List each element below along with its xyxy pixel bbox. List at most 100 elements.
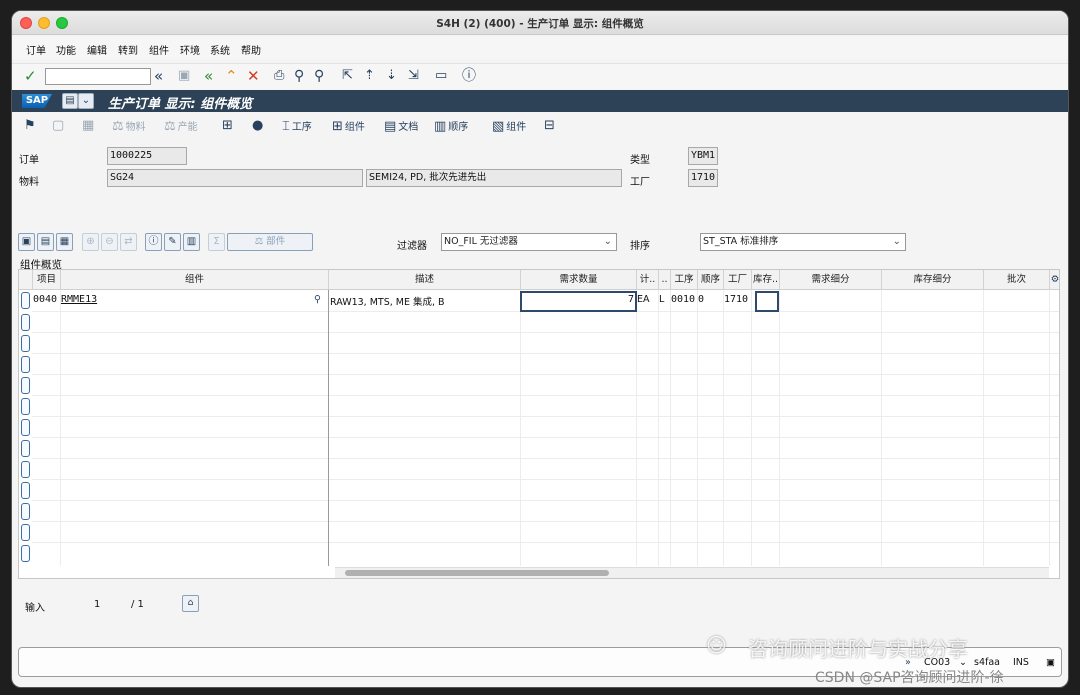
- row-selector[interactable]: [21, 377, 30, 394]
- back-icon[interactable]: «: [204, 67, 213, 85]
- menu-goto[interactable]: 转到: [118, 42, 138, 57]
- col-description[interactable]: 描述: [328, 270, 520, 290]
- previous-page-icon[interactable]: ⇡: [364, 67, 375, 85]
- row-selector[interactable]: [21, 292, 30, 309]
- help-icon[interactable]: ⓘ: [462, 67, 476, 85]
- col-stock-segment[interactable]: 库存细分: [881, 270, 983, 290]
- last-page-icon[interactable]: ⇲: [408, 67, 419, 85]
- row-selector[interactable]: [21, 335, 30, 352]
- cancel-icon[interactable]: ✕: [247, 67, 260, 85]
- document-button[interactable]: ▤ 文档: [384, 118, 418, 134]
- column-settings-icon[interactable]: ⚙: [1049, 270, 1060, 290]
- capacity-button[interactable]: ⚖ 产能: [164, 118, 198, 134]
- new-session-icon[interactable]: ▭: [435, 67, 447, 85]
- sort-dropdown[interactable]: ST_STA 标准排序 ⌄: [700, 233, 906, 251]
- row-selector[interactable]: [21, 440, 30, 457]
- material-field[interactable]: SG24: [107, 169, 363, 187]
- enter-check-icon[interactable]: ✓: [24, 67, 37, 85]
- exit-icon[interactable]: ⌃: [225, 67, 238, 85]
- calculator-icon[interactable]: ▦: [82, 118, 96, 133]
- next-page-icon[interactable]: ⇣: [386, 67, 397, 85]
- row-selector[interactable]: [21, 461, 30, 478]
- sum-icon[interactable]: Σ: [208, 233, 225, 251]
- type-field[interactable]: YBM1: [688, 147, 718, 165]
- window-title: S4H (2) (400) - 生产订单 显示: 组件概览: [436, 18, 644, 30]
- menu-bar: 订单 功能 编辑 转到 组件 环境 系统 帮助: [12, 37, 1068, 59]
- col-operation[interactable]: 工序: [670, 270, 697, 290]
- row-selector[interactable]: [21, 419, 30, 436]
- cell-plant: 1710: [724, 294, 749, 305]
- hat-icon[interactable]: ●: [252, 118, 265, 133]
- plant-field[interactable]: 1710: [688, 169, 718, 187]
- find-icon[interactable]: ⚲: [294, 67, 304, 85]
- filter-dropdown[interactable]: NO_FIL 无过滤器 ⌄: [441, 233, 617, 251]
- cell-req-qty[interactable]: 7: [520, 294, 634, 305]
- entry-nav-icon[interactable]: ⌂: [182, 595, 199, 612]
- row-selector[interactable]: [21, 524, 30, 541]
- row-selector[interactable]: [21, 482, 30, 499]
- menu-edit[interactable]: 编辑: [87, 42, 107, 57]
- first-page-icon[interactable]: ⇱: [342, 67, 353, 85]
- edit-icon[interactable]: ✎: [164, 233, 181, 251]
- col-plant[interactable]: 工厂: [723, 270, 751, 290]
- flag-icon[interactable]: ⚑: [24, 118, 38, 133]
- chevron-down-icon[interactable]: ⌄: [78, 93, 94, 109]
- command-field[interactable]: [45, 68, 151, 85]
- menu-environment[interactable]: 环境: [180, 42, 200, 57]
- row-selector[interactable]: [21, 356, 30, 373]
- sequence-button[interactable]: ▥ 顺序: [434, 118, 468, 134]
- cell-component[interactable]: RMME13: [61, 294, 97, 305]
- storage-cell-focus[interactable]: [755, 291, 779, 312]
- select-block-icon[interactable]: ▤: [37, 233, 54, 251]
- structure-icon[interactable]: ⊟: [544, 118, 557, 133]
- columns-icon[interactable]: ▥: [183, 233, 200, 251]
- material-description-field[interactable]: SEMI24, PD, 批次先进先出: [366, 169, 622, 187]
- deselect-icon[interactable]: ▦: [56, 233, 73, 251]
- col-unit[interactable]: 计..: [636, 270, 658, 290]
- move-icon[interactable]: ⇄: [120, 233, 137, 251]
- details-icon[interactable]: ⓘ: [145, 233, 162, 251]
- message-icon[interactable]: ▣: [1046, 657, 1055, 668]
- row-selector[interactable]: [21, 503, 30, 520]
- menu-function[interactable]: 功能: [56, 42, 76, 57]
- row-selector[interactable]: [21, 398, 30, 415]
- col-batch[interactable]: 批次: [983, 270, 1049, 290]
- col-sequence[interactable]: 顺序: [697, 270, 723, 290]
- component-group-button[interactable]: ⊞ 组件: [332, 118, 365, 134]
- print-icon[interactable]: ⎙: [274, 67, 284, 85]
- menu-help[interactable]: 帮助: [241, 42, 261, 57]
- col-req-segment[interactable]: 需求细分: [779, 270, 881, 290]
- cell-category: L: [659, 294, 665, 305]
- cell-operation: 0010: [671, 294, 696, 305]
- col-storage[interactable]: 库存..: [751, 270, 779, 290]
- calendar-icon[interactable]: ▢: [52, 118, 66, 133]
- material-button[interactable]: ⚖ 物料: [112, 118, 146, 134]
- layout-menu-icon[interactable]: ▤: [62, 93, 78, 109]
- watermark-title: 咨询顾问进阶与实战分享: [748, 637, 968, 661]
- horizontal-scrollbar[interactable]: [335, 567, 1049, 578]
- row-selector[interactable]: [21, 545, 30, 562]
- col-req-qty[interactable]: 需求数量: [520, 270, 636, 290]
- operation-button[interactable]: ⌶ 工序: [282, 118, 312, 134]
- command-history-icon[interactable]: «: [154, 67, 163, 85]
- delete-row-icon[interactable]: ⊖: [101, 233, 118, 251]
- save-icon[interactable]: ▣: [178, 67, 190, 85]
- value-help-icon[interactable]: ⚲: [314, 294, 321, 305]
- component-button[interactable]: ▧ 组件: [492, 118, 526, 134]
- col-item[interactable]: 项目: [32, 270, 60, 290]
- sort-label: 排序: [630, 241, 650, 252]
- row-selector[interactable]: [21, 314, 30, 331]
- menu-order[interactable]: 订单: [26, 42, 46, 57]
- hierarchy-icon[interactable]: ⊞: [222, 118, 235, 133]
- order-field[interactable]: 1000225: [107, 147, 187, 165]
- add-row-icon[interactable]: ⊕: [82, 233, 99, 251]
- find-next-icon[interactable]: ⚲: [314, 67, 324, 85]
- select-all-icon[interactable]: ▣: [18, 233, 35, 251]
- scroll-thumb[interactable]: [345, 570, 609, 576]
- cell-item[interactable]: 0040: [33, 294, 57, 305]
- menu-component[interactable]: 组件: [149, 42, 169, 57]
- menu-system[interactable]: 系统: [210, 42, 230, 57]
- part-button[interactable]: ⚖ 部件: [227, 233, 313, 251]
- col-component[interactable]: 组件: [60, 270, 328, 290]
- col-category[interactable]: ..: [658, 270, 670, 290]
